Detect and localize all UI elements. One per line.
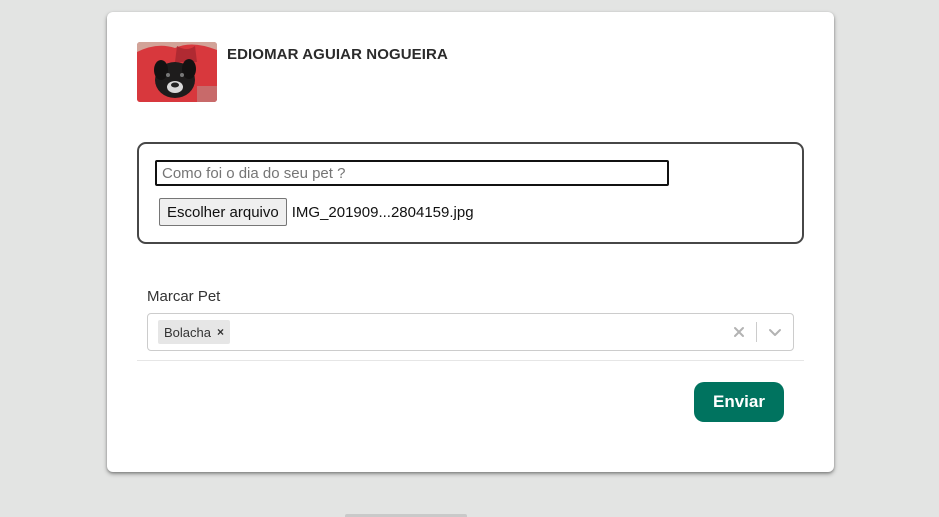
close-icon[interactable]	[729, 322, 749, 342]
divider	[137, 360, 804, 361]
chip-label: Bolacha	[164, 324, 211, 340]
file-upload: Escolher arquivo IMG_201909...2804159.jp…	[159, 198, 474, 226]
caption-input[interactable]	[155, 160, 669, 186]
tag-pet-select[interactable]: Bolacha ×	[147, 313, 794, 351]
avatar	[137, 42, 217, 102]
selected-pet-chip: Bolacha ×	[158, 320, 230, 344]
choose-file-button[interactable]: Escolher arquivo	[159, 198, 287, 226]
post-form: Escolher arquivo IMG_201909...2804159.jp…	[137, 142, 804, 244]
indicator-separator	[756, 322, 757, 342]
submit-button[interactable]: Enviar	[694, 382, 784, 422]
file-name: IMG_201909...2804159.jpg	[291, 203, 474, 221]
user-name: EDIOMAR AGUIAR NOGUEIRA	[227, 46, 448, 63]
tag-pet-label: Marcar Pet	[147, 288, 221, 305]
chevron-down-icon[interactable]	[765, 322, 785, 342]
chip-remove-icon[interactable]: ×	[215, 325, 230, 339]
post-card: EDIOMAR AGUIAR NOGUEIRA Escolher arquivo…	[107, 12, 834, 472]
